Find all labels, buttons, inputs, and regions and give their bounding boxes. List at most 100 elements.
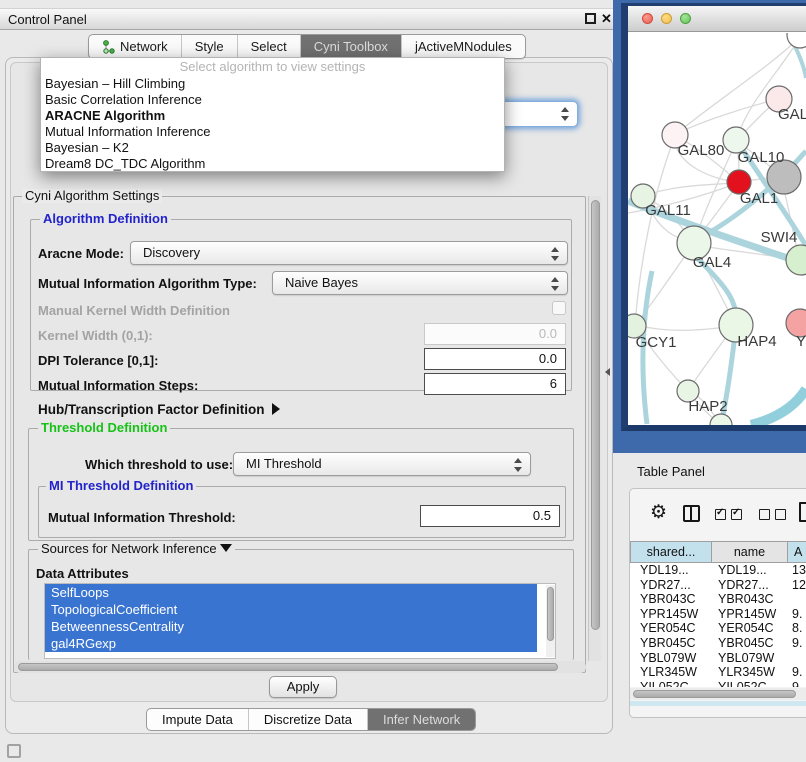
table-row[interactable]: YBL079WYBL079W (630, 651, 806, 666)
node-label: GAL80 (678, 142, 725, 159)
tab-jactivemnodules[interactable]: jActiveMNodules (402, 35, 525, 58)
table-row[interactable]: YER054CYER054C8. (630, 621, 806, 636)
close-icon[interactable]: ✕ (601, 11, 612, 27)
network-node-labels: GAL GAL80 GAL10 GAL1 GAL11 GAL4 SWI4 GCY… (636, 106, 806, 415)
list-scrollbar-thumb[interactable] (547, 587, 554, 641)
aracne-mode-combo[interactable]: Discovery (130, 241, 568, 265)
tab-impute-data[interactable]: Impute Data (147, 709, 249, 730)
unchecked-box-icon[interactable] (775, 509, 786, 520)
screen: Control Panel ✕ Network Style Select Cyn… (0, 0, 806, 762)
tab-discretize-data[interactable]: Discretize Data (249, 709, 368, 730)
data-attributes-label: Data Attributes (36, 566, 129, 581)
control-panel-tabbar: Network Style Select Cyni Toolbox jActiv… (88, 34, 526, 59)
settings-horizontal-scrollbar[interactable] (14, 661, 586, 673)
table-row[interactable]: YIL052CYIL052C9 (630, 680, 806, 687)
table-row[interactable]: YDR27...YDR27...12 (630, 578, 806, 593)
attribute-item-selected[interactable]: gal4RGexp (45, 635, 537, 652)
network-icon (102, 40, 115, 54)
table-hscroll-thumb[interactable] (633, 690, 796, 698)
checked-box-icon[interactable] (731, 509, 742, 520)
sources-toggle[interactable]: Sources for Network Inference (38, 542, 235, 556)
column-header-name[interactable]: name (712, 541, 788, 563)
gear-icon[interactable]: ⚙ (650, 501, 667, 524)
table-horizontal-scrollbar[interactable] (630, 688, 806, 700)
column-header-shared-name[interactable]: shared... (630, 541, 712, 563)
mi-steps-label: Mutual Information Steps: (38, 378, 198, 393)
column-visibility-icon[interactable] (683, 505, 700, 522)
table-rows-viewport: YDL19...YDL19...13 YDR27...YDR27...12 YB… (630, 563, 806, 687)
mi-steps-input[interactable]: 6 (424, 373, 566, 395)
settings-vscroll-thumb[interactable] (591, 200, 600, 630)
which-threshold-combo[interactable]: MI Threshold (233, 452, 531, 476)
node-label: GAL1 (740, 190, 778, 207)
popup-item-selected[interactable]: ARACNE Algorithm (41, 108, 504, 124)
table-row[interactable]: YLR345WYLR345W9. (630, 665, 806, 680)
dpi-tolerance-label: DPI Tolerance [0,1]: (38, 353, 158, 368)
popup-item[interactable]: Bayesian – K2 (41, 140, 504, 156)
dpi-tolerance-input[interactable]: 0.0 (424, 348, 566, 370)
mini-window-icon[interactable] (7, 744, 21, 758)
settings-vertical-scrollbar[interactable] (588, 196, 601, 661)
settings-hscroll-thumb[interactable] (18, 663, 558, 671)
cyni-bottom-tabbar: Impute Data Discretize Data Infer Networ… (146, 708, 476, 731)
zoom-traffic-light[interactable] (680, 13, 691, 24)
attribute-item-selected[interactable]: BetweennessCentrality (45, 618, 537, 635)
minimize-traffic-light[interactable] (661, 13, 672, 24)
expanded-arrow-icon (220, 544, 232, 552)
hub-definition-toggle[interactable]: Hub/Transcription Factor Definition (38, 402, 280, 417)
checked-box-icon[interactable] (715, 509, 726, 520)
mi-threshold-title: MI Threshold Definition (46, 479, 196, 493)
node-label: GAL (778, 106, 806, 123)
popup-item[interactable]: Dream8 DC_TDC Algorithm (41, 156, 504, 172)
table-row[interactable]: YPR145WYPR145W9. (630, 607, 806, 622)
tab-network[interactable]: Network (89, 35, 182, 58)
popup-prompt: Select algorithm to view settings (41, 58, 504, 76)
popup-item[interactable]: Basic Correlation Inference (41, 92, 504, 108)
table-row[interactable]: YDL19...YDL19...13 (630, 563, 806, 578)
manual-kernel-checkbox[interactable] (552, 301, 566, 315)
float-window-icon[interactable] (585, 13, 596, 24)
network-window[interactable]: GAL GAL80 GAL10 GAL1 GAL11 GAL4 SWI4 GCY… (621, 3, 806, 431)
tab-select[interactable]: Select (238, 35, 301, 58)
manual-kernel-label: Manual Kernel Width Definition (38, 303, 230, 318)
list-scrollbar[interactable] (546, 585, 555, 657)
node[interactable] (710, 414, 732, 425)
combo-arrows-icon (551, 246, 560, 262)
mi-type-combo[interactable]: Naive Bayes (272, 271, 568, 295)
node-label: Y (796, 333, 806, 350)
tab-infer-network[interactable]: Infer Network (368, 709, 475, 730)
node-label: GAL10 (738, 149, 785, 166)
node-label: GCY1 (636, 334, 677, 351)
apply-button[interactable]: Apply (269, 676, 337, 698)
attribute-item-selected[interactable]: SelfLoops (45, 584, 537, 601)
document-icon[interactable] (799, 502, 806, 522)
table-header: shared... name A (630, 541, 806, 563)
attribute-item-selected[interactable]: TopologicalCoefficient (45, 601, 537, 618)
inference-algorithm-combo-fragment[interactable] (498, 101, 578, 127)
popup-item[interactable]: Mutual Information Inference (41, 124, 504, 140)
kernel-width-input[interactable]: 0.0 (424, 323, 566, 345)
table-row[interactable]: YBR045CYBR045C9. (630, 636, 806, 651)
tab-cyni-toolbox[interactable]: Cyni Toolbox (301, 35, 402, 58)
node-swi4[interactable] (786, 245, 806, 275)
network-canvas[interactable]: GAL GAL80 GAL10 GAL1 GAL11 GAL4 SWI4 GCY… (628, 33, 806, 425)
column-header-clipped[interactable]: A (788, 541, 806, 563)
tab-style[interactable]: Style (182, 35, 238, 58)
popup-item[interactable]: Bayesian – Hill Climbing (41, 76, 504, 92)
close-traffic-light[interactable] (642, 13, 653, 24)
tab-network-label: Network (120, 35, 168, 58)
node-label: HAP2 (688, 398, 727, 415)
combo-arrows-icon (514, 457, 523, 473)
table-row[interactable]: YBR043CYBR043C (630, 592, 806, 607)
network-window-titlebar[interactable] (628, 6, 806, 32)
table-panel: ⚙ shared... name A YDL19...YDL19...13 YD… (629, 488, 806, 718)
unchecked-box-icon[interactable] (759, 509, 770, 520)
threshold-definition-title: Threshold Definition (38, 421, 170, 435)
panel-divider-arrow[interactable] (605, 368, 610, 376)
mi-threshold-label: Mutual Information Threshold: (48, 510, 236, 525)
node-label: GAL4 (693, 254, 731, 271)
mi-threshold-input[interactable]: 0.5 (420, 505, 560, 527)
node-label: GAL11 (645, 202, 691, 219)
node-label: SWI4 (761, 229, 798, 246)
combo-arrows-icon (561, 106, 570, 122)
